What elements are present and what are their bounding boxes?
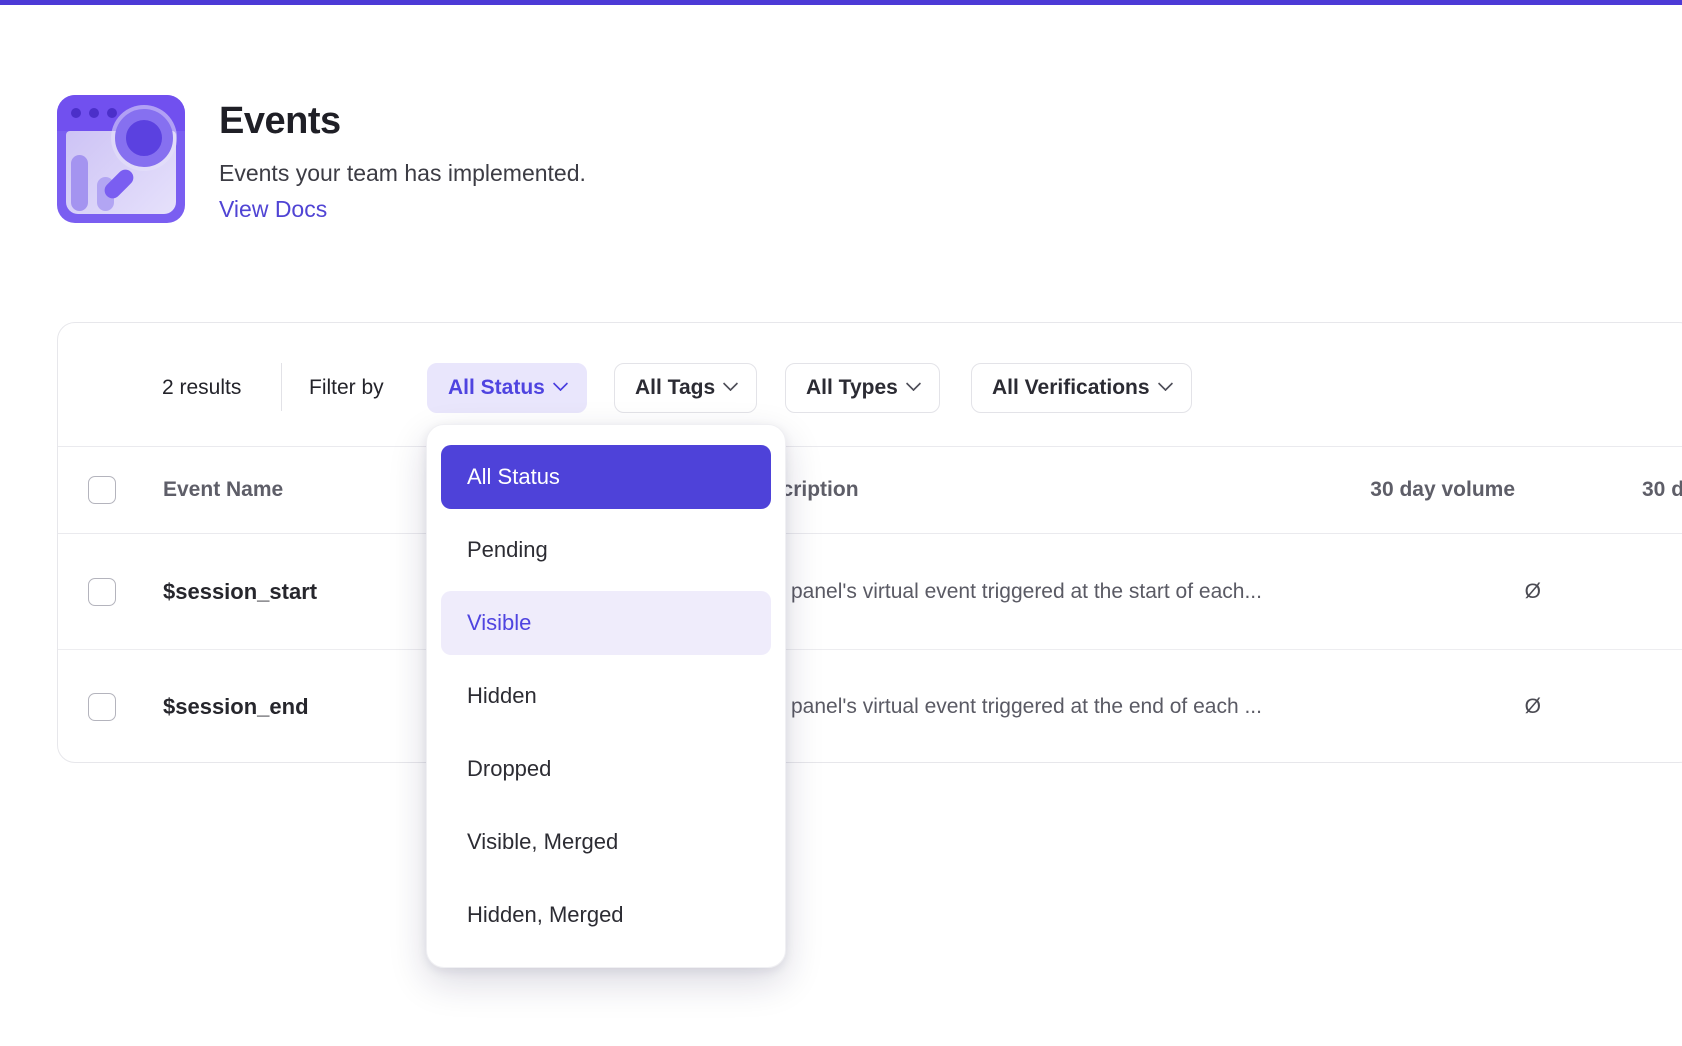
status-filter-button[interactable]: All Status	[427, 363, 587, 413]
chevron-down-icon	[553, 375, 569, 391]
event-30-day-volume: Ø	[1258, 695, 1541, 719]
dropdown-item-pending[interactable]: Pending	[441, 518, 771, 582]
event-name[interactable]: $session_end	[163, 694, 309, 720]
icon-window-dot	[71, 108, 81, 118]
filter-divider	[281, 363, 282, 411]
dropdown-item-hidden[interactable]: Hidden	[441, 664, 771, 728]
column-header-event-name[interactable]: Event Name	[163, 478, 283, 502]
events-page: Events Events your team has implemented.…	[0, 0, 1682, 1046]
filter-bar: 2 results Filter by All Status All Tags …	[58, 323, 1682, 447]
column-header-30-day-volume[interactable]: 30 day volume	[1258, 478, 1515, 502]
status-filter-label: All Status	[448, 376, 545, 400]
event-description: panel's virtual event triggered at the e…	[791, 695, 1262, 719]
top-accent-bar	[0, 0, 1682, 5]
chevron-down-icon	[1157, 375, 1173, 391]
types-filter-label: All Types	[806, 376, 898, 400]
event-description: panel's virtual event triggered at the s…	[791, 580, 1262, 604]
table-header-row: Event Name Description 30 day volume 30 …	[58, 447, 1682, 534]
icon-chart-bar	[71, 155, 88, 211]
dropdown-item-all-status[interactable]: All Status	[441, 445, 771, 509]
results-count: 2 results	[162, 363, 241, 413]
chevron-down-icon	[723, 375, 739, 391]
dropdown-item-visible[interactable]: Visible	[441, 591, 771, 655]
dropdown-item-hidden-merged[interactable]: Hidden, Merged	[441, 883, 771, 947]
event-name[interactable]: $session_start	[163, 579, 317, 605]
verifications-filter-label: All Verifications	[992, 376, 1150, 400]
icon-window-dot	[89, 108, 99, 118]
view-docs-link[interactable]: View Docs	[219, 196, 327, 223]
status-dropdown-menu: All Status Pending Visible Hidden Droppe…	[426, 424, 786, 968]
tags-filter-button[interactable]: All Tags	[614, 363, 757, 413]
dropdown-item-visible-merged[interactable]: Visible, Merged	[441, 810, 771, 874]
chevron-down-icon	[906, 375, 922, 391]
row-checkbox[interactable]	[88, 578, 116, 606]
tags-filter-label: All Tags	[635, 376, 715, 400]
column-header-30-day-partial[interactable]: 30 d	[1642, 478, 1682, 502]
page-title: Events	[219, 100, 341, 143]
page-subtitle: Events your team has implemented.	[219, 160, 586, 187]
events-app-icon	[57, 95, 185, 223]
types-filter-button[interactable]: All Types	[785, 363, 940, 413]
filter-by-label: Filter by	[309, 363, 384, 413]
events-card: 2 results Filter by All Status All Tags …	[57, 322, 1682, 763]
select-all-checkbox[interactable]	[88, 476, 116, 504]
icon-window-dot	[107, 108, 117, 118]
row-checkbox[interactable]	[88, 693, 116, 721]
table-row[interactable]: $session_start panel's virtual event tri…	[58, 534, 1682, 649]
verifications-filter-button[interactable]: All Verifications	[971, 363, 1192, 413]
table-row[interactable]: $session_end panel's virtual event trigg…	[58, 649, 1682, 764]
icon-magnifier-icon	[115, 109, 173, 167]
event-30-day-volume: Ø	[1258, 580, 1541, 604]
dropdown-item-dropped[interactable]: Dropped	[441, 737, 771, 801]
